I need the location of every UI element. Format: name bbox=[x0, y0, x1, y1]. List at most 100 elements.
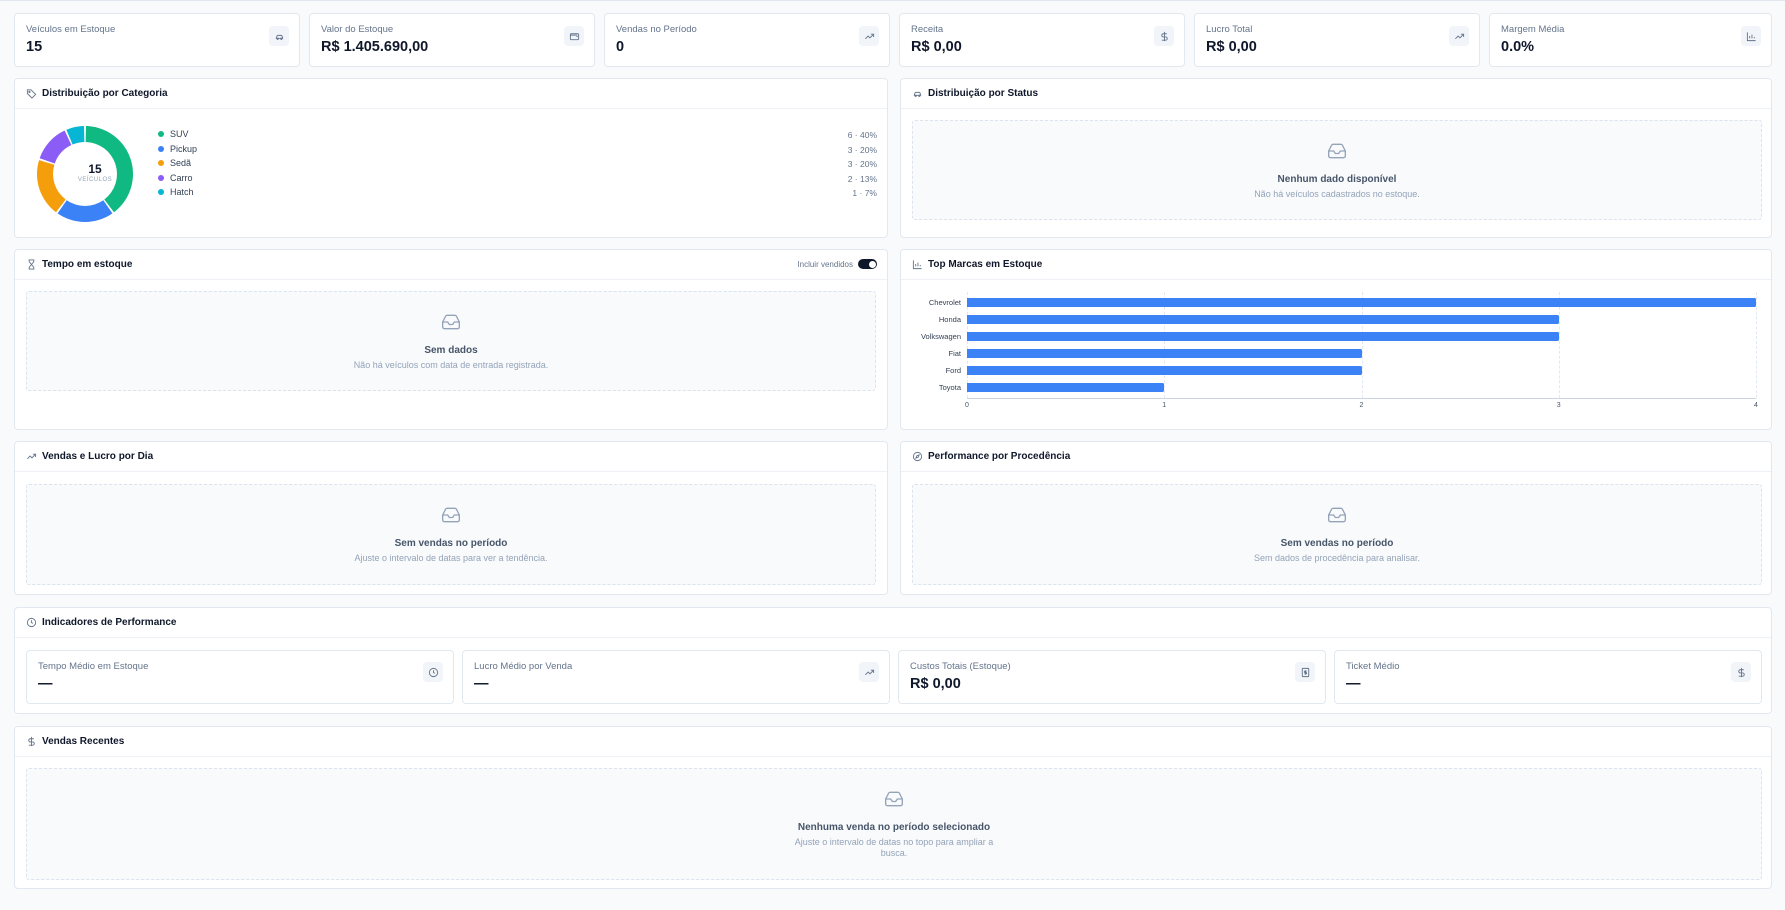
donut-slice-sedã[interactable] bbox=[37, 160, 66, 213]
car-icon bbox=[912, 88, 928, 99]
inbox-icon bbox=[441, 312, 461, 337]
x-tick-label: 0 bbox=[965, 402, 969, 409]
gridline bbox=[967, 292, 968, 398]
kpi-label: Valor do Estoque bbox=[321, 24, 394, 35]
tempo-estoque-panel: Tempo em estoque Incluir vendidos Sem da… bbox=[14, 249, 888, 430]
legend-dot bbox=[158, 131, 164, 137]
status-panel: Distribuição por Status Nenhum dado disp… bbox=[900, 78, 1772, 238]
empty-title: Sem dados bbox=[424, 344, 478, 356]
legend-item: Sedã bbox=[158, 158, 191, 168]
kpi-margem-media: Margem Média 0.0% bbox=[1489, 13, 1772, 67]
panel-title: Distribuição por Categoria bbox=[42, 88, 168, 99]
clock-icon bbox=[26, 617, 42, 628]
top-marcas-panel: Top Marcas em Estoque Chevrolet Honda Volk… bbox=[900, 249, 1772, 430]
panel-title: Performance por Procedência bbox=[928, 451, 1071, 462]
legend-label: Carro bbox=[170, 172, 193, 183]
empty-subtitle: Sem dados de procedência para analisar. bbox=[1253, 553, 1421, 563]
donut-slice-carro[interactable] bbox=[39, 130, 72, 164]
trending-up-icon bbox=[859, 26, 879, 46]
kpi-valor-estoque: Valor do Estoque R$ 1.405.690,00 bbox=[309, 13, 595, 67]
bar-label: Chevrolet bbox=[928, 297, 961, 307]
donut-total: 15 bbox=[88, 162, 102, 176]
receipt-icon bbox=[1295, 662, 1315, 682]
bar-volkswagen[interactable] bbox=[967, 332, 1559, 341]
legend-dot bbox=[158, 145, 164, 152]
kpi-value: 0 bbox=[616, 39, 625, 55]
panel-title: Tempo em estoque bbox=[42, 259, 133, 270]
indicator-label: Tempo Médio em Estoque bbox=[38, 661, 149, 672]
legend-item: SUV bbox=[158, 129, 189, 139]
kpi-label: Veículos em Estoque bbox=[26, 24, 116, 35]
legend-dot bbox=[158, 189, 164, 195]
panel-title: Vendas e Lucro por Dia bbox=[42, 451, 154, 462]
inbox-icon bbox=[1327, 505, 1347, 530]
compass-icon bbox=[912, 451, 928, 462]
empty-state: Nenhum dado disponível Não há veículos c… bbox=[912, 120, 1762, 220]
empty-title: Sem vendas no período bbox=[394, 538, 508, 549]
procedencia-panel: Performance por Procedência Sem vendas n… bbox=[900, 441, 1772, 595]
trending-up-icon bbox=[859, 662, 879, 682]
legend-item: Pickup bbox=[158, 144, 197, 154]
indicator-value: — bbox=[474, 676, 489, 692]
kpi-label: Margem Média bbox=[1501, 24, 1565, 35]
gridline bbox=[1558, 292, 1560, 398]
legend-value: 3 · 20% bbox=[847, 144, 877, 155]
panel-header: Vendas e Lucro por Dia bbox=[15, 442, 887, 472]
empty-state: Sem dados Não há veículos com data de en… bbox=[26, 291, 876, 391]
donut-slice-pickup[interactable] bbox=[57, 200, 113, 222]
bar-ford[interactable] bbox=[967, 366, 1362, 375]
gridline bbox=[1756, 292, 1757, 398]
dollar-icon bbox=[26, 736, 42, 747]
bar-label: Fiat bbox=[948, 348, 961, 358]
car-icon bbox=[269, 26, 289, 46]
indicator-custos-totais: Custos Totais (Estoque) R$ 0,00 bbox=[898, 650, 1326, 704]
empty-title: Nenhuma venda no período selecionado bbox=[797, 822, 991, 833]
wallet-icon bbox=[564, 26, 584, 46]
empty-state: Nenhuma venda no período selecionado Aju… bbox=[26, 768, 1762, 880]
kpi-veiculos-estoque: Veículos em Estoque 15 bbox=[14, 13, 300, 67]
legend-value: 1 · 7% bbox=[852, 188, 877, 198]
bar-toyota[interactable] bbox=[967, 383, 1165, 392]
bar-honda[interactable] bbox=[967, 315, 1559, 324]
indicator-label: Lucro Médio por Venda bbox=[474, 661, 573, 672]
gridline bbox=[1164, 292, 1166, 398]
toggle-switch[interactable] bbox=[858, 259, 877, 269]
legend-item: Hatch bbox=[158, 187, 194, 197]
kpi-label: Receita bbox=[911, 24, 944, 35]
categoria-panel: Distribuição por Categoria 15 VEÍCULOS S… bbox=[14, 78, 888, 238]
toggle-label: Incluir vendidos bbox=[797, 259, 853, 269]
indicator-ticket-medio: Ticket Médio — bbox=[1334, 650, 1762, 704]
legend-item: Carro bbox=[158, 173, 193, 183]
clock-icon bbox=[423, 662, 443, 682]
empty-state: Sem vendas no período Sem dados de proce… bbox=[912, 484, 1762, 585]
incluir-vendidos-toggle[interactable]: Incluir vendidos bbox=[797, 259, 877, 269]
legend-label: SUV bbox=[170, 129, 189, 139]
legend-value: 6 · 40% bbox=[847, 130, 877, 140]
bar-chevrolet[interactable] bbox=[967, 298, 1756, 307]
x-tick-label: 1 bbox=[1162, 402, 1167, 409]
kpi-value: R$ 0,00 bbox=[911, 39, 962, 55]
kpi-value: R$ 1.405.690,00 bbox=[321, 39, 429, 55]
x-tick-label: 2 bbox=[1359, 402, 1364, 409]
panel-header: Distribuição por Status bbox=[901, 79, 1771, 109]
legend-label: Sedã bbox=[170, 158, 192, 168]
indicator-tempo-medio: Tempo Médio em Estoque — bbox=[26, 650, 454, 704]
legend-dot bbox=[158, 160, 164, 166]
dollar-icon bbox=[1154, 26, 1174, 46]
empty-title: Nenhum dado disponível bbox=[1277, 173, 1397, 185]
inbox-icon bbox=[1327, 141, 1347, 166]
bar-fiat[interactable] bbox=[967, 349, 1362, 358]
top-divider bbox=[0, 0, 1785, 3]
empty-subtitle: Não há veículos com data de entrada regi… bbox=[353, 359, 549, 370]
x-tick-label: 3 bbox=[1556, 402, 1561, 409]
legend-label: Pickup bbox=[170, 143, 198, 154]
kpi-receita: Receita R$ 0,00 bbox=[899, 13, 1185, 67]
x-axis-line bbox=[967, 398, 1756, 399]
bar-label: Toyota bbox=[938, 382, 961, 392]
indicator-value: — bbox=[38, 676, 53, 692]
panel-header: Distribuição por Categoria bbox=[15, 79, 887, 109]
tag-icon bbox=[26, 88, 42, 99]
gridline bbox=[1361, 292, 1363, 398]
indicator-lucro-medio: Lucro Médio por Venda — bbox=[462, 650, 890, 704]
bar-chart-icon bbox=[1741, 26, 1761, 46]
